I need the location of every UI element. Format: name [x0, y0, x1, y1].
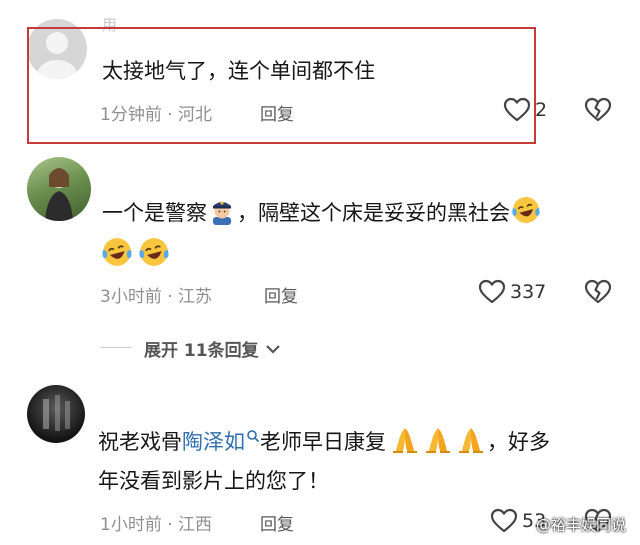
heart-icon [478, 279, 506, 304]
laughing-emoji [138, 236, 170, 272]
search-icon [247, 430, 260, 443]
comment-location: 河北 [178, 105, 213, 125]
comment-text-part: 老师早日康复 [260, 430, 386, 454]
comment-meta: 1分钟前 · 河北 [100, 100, 212, 125]
heart-icon [490, 508, 518, 533]
reply-button[interactable]: 回复 [260, 100, 294, 125]
avatar-photo [43, 395, 70, 431]
comment-text-part: 一个是警察 [102, 201, 207, 225]
like-button[interactable] [503, 97, 531, 123]
like-button[interactable] [478, 279, 506, 305]
reply-button[interactable]: 回复 [264, 282, 298, 307]
heart-icon [503, 97, 531, 122]
comment-time: 1小时前 [100, 515, 162, 535]
mention-name: 陶泽如 [182, 430, 245, 454]
avatar-photo [45, 168, 73, 221]
like-button[interactable] [490, 508, 518, 534]
comment-location: 江西 [178, 515, 213, 535]
pray-emoji [423, 424, 453, 466]
comment-text-part: ，好多 [487, 430, 550, 454]
expand-replies-button[interactable]: 展开 11条回复 [144, 336, 281, 361]
comment-location: 江苏 [178, 287, 213, 307]
reply-button[interactable]: 回复 [260, 510, 294, 535]
comment-text-part: 祝老戏骨 [98, 430, 182, 454]
chevron-down-icon [265, 345, 280, 354]
comment-text-part: ，隔壁这个床是妥妥的黑社会 [237, 201, 510, 225]
like-count: 337 [510, 281, 547, 303]
broken-heart-icon [584, 279, 612, 304]
expand-divider [100, 347, 132, 348]
emoji-line [100, 236, 171, 272]
pray-emoji [456, 424, 486, 466]
dislike-button[interactable] [584, 97, 612, 123]
comment-time: 1分钟前 [100, 105, 162, 125]
dislike-button[interactable] [584, 279, 612, 305]
meta-separator: · [167, 287, 173, 307]
police-emoji [208, 197, 236, 237]
mention-link[interactable]: 陶泽如 [182, 430, 260, 454]
laughing-emoji [511, 195, 541, 237]
comment-meta: 1小时前 · 江西 [100, 510, 212, 535]
broken-heart-icon [584, 97, 612, 122]
avatar[interactable] [27, 157, 91, 221]
comment-text: 太接地气了，连个单间都不住 [102, 59, 375, 83]
laughing-emoji [101, 236, 133, 272]
comment-meta: 3小时前 · 江苏 [100, 282, 212, 307]
comment-text-line2: 年没看到影片上的您了！ [98, 469, 329, 493]
avatar[interactable] [27, 385, 85, 443]
comment-time: 3小时前 [100, 287, 162, 307]
meta-separator: · [167, 515, 173, 535]
like-count: 2 [535, 99, 548, 121]
expand-replies-label: 展开 11条回复 [144, 341, 259, 361]
pray-emoji [390, 424, 420, 466]
comment-text: 祝老戏骨陶泽如 老师早日康复 ，好多 [98, 423, 550, 466]
meta-separator: · [167, 105, 173, 125]
watermark: @裕丰娱同说 [536, 516, 627, 534]
comment-text: 一个是警察 ，隔壁这个床是妥妥的黑社会 [102, 194, 542, 237]
